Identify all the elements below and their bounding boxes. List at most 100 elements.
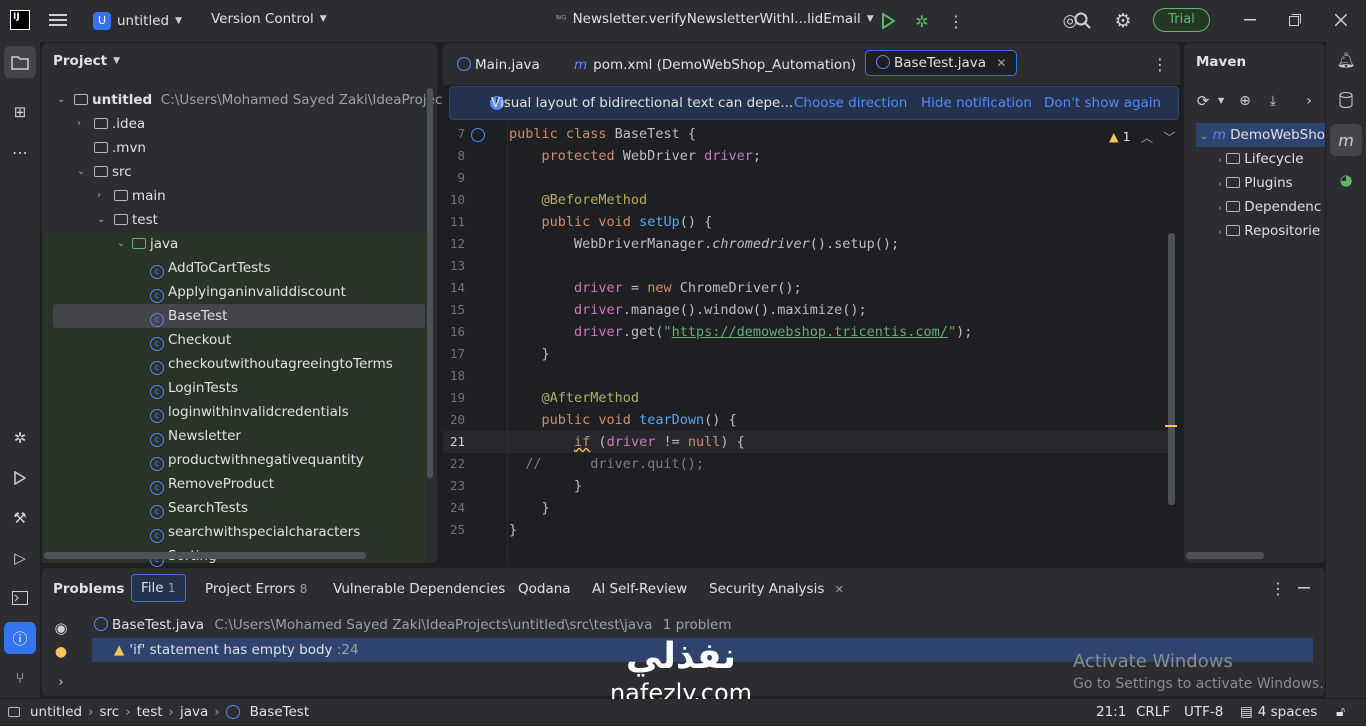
- maven-item-repositories[interactable]: › Repositorie: [1218, 219, 1320, 243]
- breadcrumb-item[interactable]: src: [99, 699, 119, 725]
- tab-qodana[interactable]: Qodana: [518, 576, 571, 602]
- minimize-panel-icon[interactable]: [1294, 578, 1314, 598]
- restore-icon[interactable]: [1285, 10, 1305, 30]
- tree-item-class[interactable]: c LoginTests: [150, 376, 238, 400]
- download-icon[interactable]: ⤓: [1264, 92, 1282, 110]
- tab-basetest-java[interactable]: BaseTest.java ✕: [865, 50, 1018, 76]
- warning-stripe-marker[interactable]: [1165, 425, 1177, 427]
- breadcrumb-item[interactable]: test: [137, 699, 163, 725]
- project-tool-icon[interactable]: [4, 46, 36, 78]
- database-icon[interactable]: [1336, 90, 1356, 110]
- tree-item-class[interactable]: c productwithnegativequantity: [150, 448, 364, 472]
- choose-direction-link[interactable]: Choose direction: [794, 87, 907, 119]
- gear-icon[interactable]: ⚙: [1112, 10, 1134, 32]
- minimize-icon[interactable]: [1240, 10, 1260, 30]
- bulb-icon[interactable]: ●: [51, 642, 71, 662]
- reload-icon[interactable]: ⟳: [1194, 92, 1212, 110]
- breadcrumb-item[interactable]: BaseTest: [250, 699, 309, 725]
- tree-item-class[interactable]: c checkoutwithoutagreeingtoTerms: [150, 352, 393, 376]
- tree-item-class[interactable]: c Checkout: [150, 328, 231, 352]
- breadcrumb-item[interactable]: java: [180, 699, 208, 725]
- notifications-icon[interactable]: 🔔︎: [1336, 50, 1356, 70]
- tree-item-class[interactable]: c Newsletter: [150, 424, 241, 448]
- lock-icon[interactable]: 🔓︎: [1336, 699, 1345, 725]
- vcs-menu[interactable]: Version Control ▼: [211, 11, 327, 27]
- app-logo[interactable]: IJ: [10, 10, 30, 30]
- maven-scrollbar-h[interactable]: [1186, 552, 1264, 559]
- debug-tool-icon[interactable]: ✲: [10, 428, 30, 448]
- build-tool-icon[interactable]: ⚒: [10, 508, 30, 528]
- implemented-marker-icon[interactable]: [471, 128, 485, 142]
- run-icon[interactable]: [878, 11, 898, 31]
- tab-pom-xml[interactable]: m pom.xml (DemoWebShop_Automation): [574, 51, 856, 79]
- tree-item-class[interactable]: c BaseTest: [150, 304, 227, 328]
- tree-item-class[interactable]: c AddToCartTests: [150, 256, 271, 280]
- maven-tool-icon[interactable]: m: [1330, 124, 1362, 156]
- dont-show-again-link[interactable]: Don't show again: [1044, 87, 1161, 119]
- tab-file[interactable]: File 1: [131, 574, 186, 602]
- search-icon[interactable]: [1073, 11, 1093, 31]
- maven-root[interactable]: ⌄ m DemoWebShop: [1200, 123, 1325, 147]
- tab-security-analysis[interactable]: Security Analysis ✕: [709, 576, 844, 602]
- run-config-selector[interactable]: ᴺᴳ Newsletter.verifyNewsletterWithI...li…: [556, 11, 874, 27]
- debug-icon[interactable]: ✲: [912, 11, 932, 31]
- editor-scrollbar[interactable]: [1168, 233, 1175, 505]
- chevron-right-icon[interactable]: ›: [1300, 92, 1318, 110]
- project-scrollbar-v[interactable]: [427, 88, 433, 478]
- tab-main-java[interactable]: Main.java: [457, 51, 540, 79]
- hide-notification-link[interactable]: Hide notification: [921, 87, 1032, 119]
- project-scrollbar-h[interactable]: [44, 552, 366, 559]
- project-panel-header[interactable]: Project ▼: [53, 53, 120, 69]
- tab-vulnerable-dependencies[interactable]: Vulnerable Dependencies: [333, 576, 505, 602]
- breadcrumb: untitled › src › test › java › BaseTest: [8, 699, 309, 725]
- tree-item-class[interactable]: c SearchTests: [150, 496, 248, 520]
- expand-icon[interactable]: ›: [51, 672, 71, 692]
- problem-file-row[interactable]: BaseTest.java C:\Users\Mohamed Sayed Zak…: [94, 614, 732, 636]
- maven-item-dependencies[interactable]: › Dependenc: [1218, 195, 1321, 219]
- tree-item-class[interactable]: c loginwithinvalidcredentials: [150, 400, 349, 424]
- project-switcher[interactable]: U untitled ▼: [93, 10, 182, 32]
- tree-item-class[interactable]: c Applyinganinvaliddiscount: [150, 280, 346, 304]
- file-encoding[interactable]: UTF-8: [1184, 699, 1223, 725]
- close-icon[interactable]: [1331, 10, 1351, 30]
- options-icon[interactable]: ⋮: [1268, 578, 1288, 598]
- close-tab-icon[interactable]: ✕: [835, 583, 844, 596]
- tab-ai-self-review[interactable]: AI Self-Review: [592, 576, 687, 602]
- inspection-widget[interactable]: ▲ 1 ︿ ﹀: [1109, 127, 1176, 146]
- structure-tool-icon[interactable]: ⊞: [10, 102, 30, 122]
- breadcrumb-item[interactable]: untitled: [30, 699, 82, 725]
- chevron-down-icon[interactable]: ▼: [1218, 96, 1224, 105]
- line-separator[interactable]: CRLF: [1136, 699, 1170, 725]
- indent-setting[interactable]: ▤ 4 spaces: [1240, 699, 1317, 725]
- terminal-tool-icon[interactable]: [10, 588, 30, 608]
- tree-item-class[interactable]: c RemoveProduct: [150, 472, 274, 496]
- problems-tool-icon[interactable]: ⓘ: [4, 622, 36, 654]
- services-tool-icon[interactable]: ▷: [10, 548, 30, 568]
- eye-icon[interactable]: ◉: [51, 618, 71, 638]
- line-number: 8: [457, 148, 465, 163]
- line-number: 9: [457, 170, 465, 185]
- add-project-icon[interactable]: ⊕: [1236, 92, 1254, 110]
- run-tool-icon[interactable]: [10, 468, 30, 488]
- tab-options-icon[interactable]: ⋮: [1150, 54, 1170, 74]
- caret-position[interactable]: 21:1: [1096, 699, 1126, 725]
- line-number: 23: [449, 478, 465, 493]
- git-tool-icon[interactable]: ⑂: [10, 668, 30, 688]
- plugin-tool-icon[interactable]: ◕: [1336, 170, 1356, 190]
- more-icon[interactable]: ⋮: [946, 11, 966, 31]
- code-line: driver.get("https://demowebshop.tricenti…: [574, 324, 973, 340]
- maven-item-lifecycle[interactable]: › Lifecycle: [1218, 147, 1304, 171]
- tree-item-label: Applyinganinvaliddiscount: [168, 284, 346, 300]
- chevron-right-icon: ›: [77, 118, 81, 129]
- trial-button[interactable]: Trial: [1153, 8, 1210, 32]
- main-menu-icon[interactable]: [48, 10, 68, 30]
- chevron-down-icon[interactable]: ﹀: [1163, 127, 1176, 146]
- java-class-icon: [876, 55, 890, 69]
- chevron-up-icon[interactable]: ︿: [1141, 127, 1154, 146]
- tab-project-errors[interactable]: Project Errors 8: [205, 576, 307, 602]
- close-tab-icon[interactable]: ✕: [996, 56, 1006, 70]
- more-tools-icon[interactable]: ⋯: [10, 142, 30, 162]
- tree-item-class[interactable]: c searchwithspecialcharacters: [150, 520, 360, 544]
- maven-item-plugins[interactable]: › Plugins: [1218, 171, 1293, 195]
- tree-item-label: searchwithspecialcharacters: [168, 524, 361, 540]
